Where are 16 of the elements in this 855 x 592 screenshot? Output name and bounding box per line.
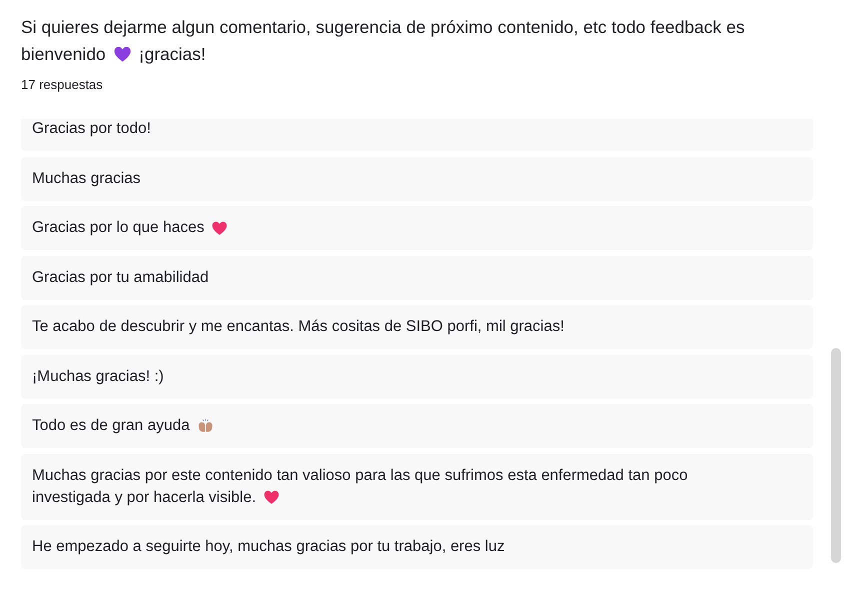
answer-text: Muchas gracias por este contenido tan valioso para las que sufrimos esta enfermedad tan poco [32, 466, 688, 486]
answer-text: investigada y por hacerla visible. [32, 488, 256, 508]
answer-text: Muchas gracias [32, 168, 141, 188]
question-text: ¡gracias! [138, 43, 206, 66]
answer-text: ¡Muchas gracias! :) [32, 366, 164, 386]
answer-text: Te acabo de descubrir y me encantas. Más cositas de SIBO porfi, mil gracias! [32, 317, 564, 337]
response-count: 17 respuestas [21, 77, 104, 92]
answer-text: Todo es de gran ayuda [32, 416, 190, 436]
raised-hands-icon [196, 418, 214, 434]
question-text: Si quieres dejarme algun comentario, sugerencia de próximo contenido, etc todo feedback es [21, 16, 745, 39]
answer-text: Gracias por lo que haces [32, 218, 204, 238]
answer-text: Gracias por todo! [32, 119, 151, 139]
scrollbar-thumb[interactable] [831, 348, 841, 563]
answer-text: He empezado a seguirte hoy, muchas gracias por tu trabajo, eres luz [32, 537, 505, 557]
answer-text: Gracias por tu amabilidad [32, 268, 209, 288]
question-text: bienvenido [21, 43, 106, 66]
